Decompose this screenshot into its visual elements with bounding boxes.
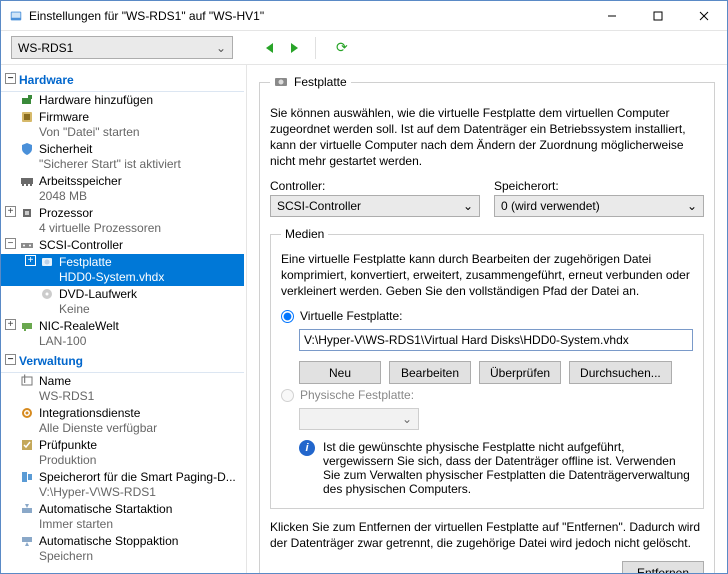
chevron-down-icon: ⌄: [463, 199, 473, 213]
chevron-down-icon: ⌄: [687, 199, 697, 213]
shield-icon: [20, 142, 34, 156]
collapse-icon[interactable]: −: [5, 238, 16, 249]
name-icon: I: [20, 374, 34, 388]
remove-note: Klicken Sie zum Entfernen der virtuellen…: [270, 519, 704, 551]
paging-icon: [20, 470, 34, 484]
disk-legend: Festplatte: [270, 75, 351, 89]
toolbar: WS-RDS1 ⌄ ⟳: [1, 31, 727, 65]
check-button[interactable]: Überprüfen: [479, 361, 561, 384]
expand-icon[interactable]: +: [25, 255, 36, 266]
checkpoint-icon: [20, 438, 34, 452]
nav-forward-button[interactable]: [287, 41, 301, 55]
edit-button[interactable]: Bearbeiten: [389, 361, 471, 384]
sidebar-item-name[interactable]: I Name WS-RDS1: [1, 373, 244, 405]
firmware-icon: [20, 110, 34, 124]
sidebar-item-integration[interactable]: Integrationsdienste Alle Dienste verfügb…: [1, 405, 244, 437]
autostop-icon: [20, 534, 34, 548]
cpu-icon: [20, 206, 34, 220]
autostart-icon: [20, 502, 34, 516]
chevron-down-icon: ⌄: [402, 412, 412, 426]
close-button[interactable]: [681, 1, 727, 31]
toolbar-separator: [315, 37, 316, 59]
sidebar-item-processor[interactable]: + Prozessor 4 virtuelle Prozessoren: [1, 205, 244, 237]
memory-icon: [20, 174, 34, 188]
settings-icon: [9, 9, 23, 23]
sidebar-item-memory[interactable]: Arbeitsspeicher 2048 MB: [1, 173, 244, 205]
dvd-icon: [40, 287, 54, 301]
expand-icon[interactable]: +: [5, 319, 16, 330]
section-management[interactable]: − Verwaltung: [1, 350, 244, 373]
vhd-path-input[interactable]: [299, 329, 693, 351]
media-legend: Medien: [281, 227, 328, 241]
sidebar-item-scsi-controller[interactable]: − SCSI-Controller: [1, 237, 244, 254]
physical-disk-dropdown: ⌄: [299, 408, 419, 430]
content-pane: Festplatte Sie können auswählen, wie die…: [247, 65, 727, 573]
sidebar-item-add-hardware[interactable]: Hardware hinzufügen: [1, 92, 244, 109]
radio-virtual-disk[interactable]: Virtuelle Festplatte:: [281, 309, 693, 323]
reload-button[interactable]: ⟳: [336, 39, 348, 56]
browse-button[interactable]: Durchsuchen...: [569, 361, 672, 384]
radio-physical-disk: Physische Festplatte:: [281, 388, 693, 402]
collapse-icon[interactable]: −: [5, 354, 16, 365]
location-label: Speicherort:: [494, 179, 704, 193]
info-note: i Ist die gewünschte physische Festplatt…: [299, 440, 693, 496]
vm-selector-value: WS-RDS1: [18, 41, 73, 55]
sidebar-item-smartpaging[interactable]: Speicherort für die Smart Paging-D... V:…: [1, 469, 244, 501]
location-dropdown[interactable]: 0 (wird verwendet) ⌄: [494, 195, 704, 217]
remove-button[interactable]: Entfernen: [622, 561, 704, 573]
vm-selector[interactable]: WS-RDS1 ⌄: [11, 36, 233, 59]
intro-text: Sie können auswählen, wie die virtuelle …: [270, 105, 704, 169]
media-fieldset: Medien Eine virtuelle Festplatte kann du…: [270, 227, 704, 509]
sidebar-item-security[interactable]: Sicherheit "Sicherer Start" ist aktivier…: [1, 141, 244, 173]
minimize-button[interactable]: [589, 1, 635, 31]
services-icon: [20, 406, 34, 420]
sidebar-item-harddisk[interactable]: + Festplatte HDD0-System.vhdx: [1, 254, 244, 286]
scsi-icon: [20, 238, 34, 252]
nav-back-button[interactable]: [263, 41, 277, 55]
sidebar-item-dvd[interactable]: DVD-Laufwerk Keine: [1, 286, 244, 318]
sidebar-item-checkpoints[interactable]: Prüfpunkte Produktion: [1, 437, 244, 469]
sidebar-item-autostart[interactable]: Automatische Startaktion Immer starten: [1, 501, 244, 533]
sidebar-item-nic[interactable]: + NIC-RealeWelt LAN-100: [1, 318, 244, 350]
media-intro: Eine virtuelle Festplatte kann durch Bea…: [281, 251, 693, 299]
info-icon: i: [299, 440, 315, 456]
section-hardware[interactable]: − Hardware: [1, 69, 244, 92]
controller-dropdown[interactable]: SCSI-Controller ⌄: [270, 195, 480, 217]
radio-virtual-input[interactable]: [281, 310, 294, 323]
chevron-down-icon: ⌄: [216, 41, 226, 55]
add-hardware-icon: [20, 93, 34, 107]
sidebar-item-autostop[interactable]: Automatische Stoppaktion Speichern: [1, 533, 244, 565]
nic-icon: [20, 319, 34, 333]
collapse-icon[interactable]: −: [5, 73, 16, 84]
maximize-button[interactable]: [635, 1, 681, 31]
sidebar: − Hardware Hardware hinzufügen Firmware …: [1, 65, 247, 573]
harddisk-icon: [274, 75, 288, 89]
svg-text:I: I: [23, 374, 26, 386]
sidebar-item-firmware[interactable]: Firmware Von "Datei" starten: [1, 109, 244, 141]
window-title: Einstellungen für "WS-RDS1" auf "WS-HV1": [29, 9, 589, 23]
radio-physical-input: [281, 389, 294, 402]
harddisk-icon: [40, 255, 54, 269]
new-button[interactable]: Neu: [299, 361, 381, 384]
disk-fieldset: Festplatte Sie können auswählen, wie die…: [259, 75, 715, 573]
titlebar: Einstellungen für "WS-RDS1" auf "WS-HV1": [1, 1, 727, 31]
expand-icon[interactable]: +: [5, 206, 16, 217]
controller-label: Controller:: [270, 179, 480, 193]
